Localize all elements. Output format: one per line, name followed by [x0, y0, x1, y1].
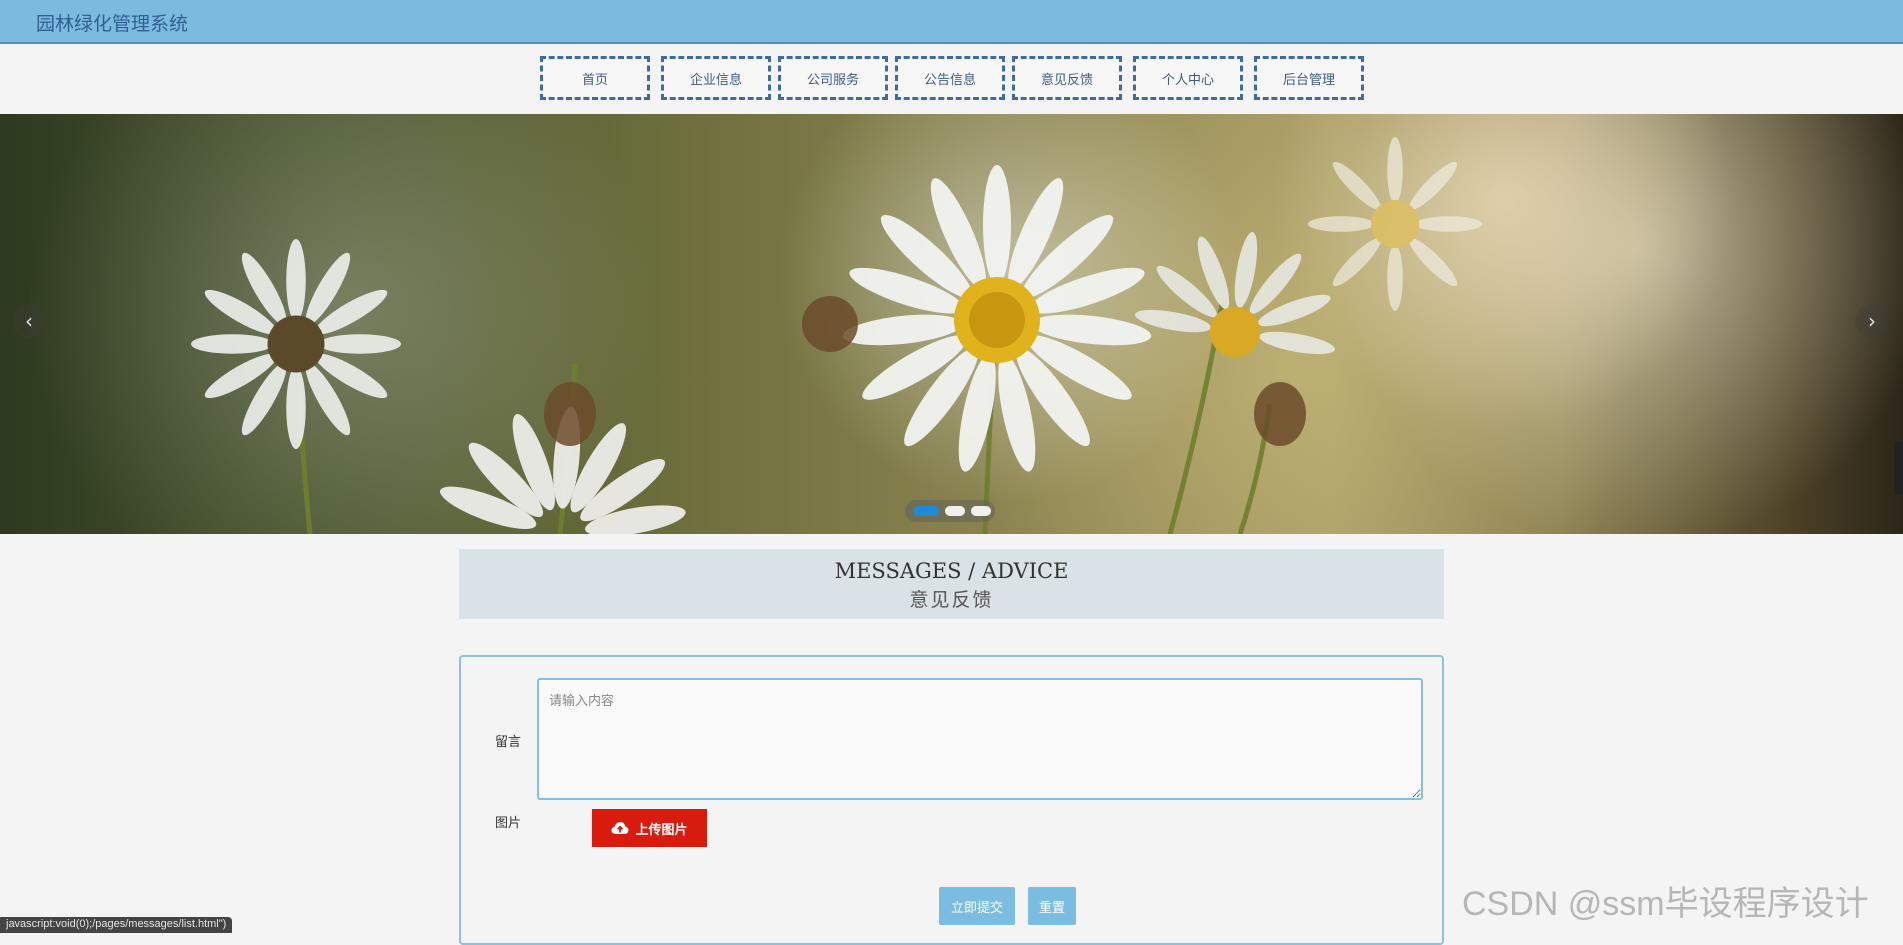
nav-item-company-info[interactable]: 企业信息: [661, 56, 771, 100]
nav-item-home[interactable]: 首页: [540, 56, 650, 100]
feedback-form: 留言 图片 上传图片 立即提交 重置: [459, 655, 1444, 945]
upload-image-label: 上传图片: [635, 821, 688, 837]
status-bar-url: javascript:void(0);/pages/messages/list.…: [0, 917, 233, 933]
carousel-dot-1[interactable]: [913, 506, 939, 516]
main-navigation: 首页 企业信息 公司服务 公告信息 意见反馈 个人中心 后台管理: [0, 46, 1903, 114]
message-input[interactable]: [537, 678, 1423, 800]
carousel-dot-2[interactable]: [945, 506, 965, 516]
image-label: 图片: [495, 816, 522, 831]
daisy-left: [191, 239, 401, 449]
nav-item-personal-center[interactable]: 个人中心: [1133, 56, 1243, 100]
site-title[interactable]: 园林绿化管理系统: [36, 9, 188, 36]
nav-item-company-service[interactable]: 公司服务: [778, 56, 888, 100]
section-title-english: MESSAGES / ADVICE: [834, 559, 1069, 583]
nav-item-feedback[interactable]: 意见反馈: [1012, 56, 1122, 100]
carousel-prev-button[interactable]: ‹: [12, 304, 46, 338]
reset-button[interactable]: 重置: [1028, 887, 1076, 925]
message-label: 留言: [495, 735, 522, 750]
csdn-watermark: CSDN @ssm毕设程序设计: [1462, 885, 1869, 923]
cloud-upload-icon: [611, 822, 629, 834]
submit-button[interactable]: 立即提交: [939, 887, 1015, 925]
chevron-right-icon: ›: [1868, 309, 1876, 333]
nav-item-announcements[interactable]: 公告信息: [895, 56, 1005, 100]
section-header: MESSAGES / ADVICE 意见反馈: [459, 549, 1444, 619]
carousel-dot-3[interactable]: [971, 506, 991, 516]
upload-image-button[interactable]: 上传图片: [592, 809, 707, 847]
daisy-right: [1135, 232, 1335, 358]
section-title-chinese: 意见反馈: [909, 589, 994, 611]
carousel-next-button[interactable]: ›: [1855, 304, 1889, 338]
banner-carousel[interactable]: ‹ ›: [0, 114, 1903, 534]
carousel-indicators: [905, 500, 995, 522]
top-header-bar: 园林绿化管理系统: [0, 0, 1903, 44]
daisy-large-center: [842, 165, 1152, 472]
nav-item-admin[interactable]: 后台管理: [1254, 56, 1364, 100]
side-edge-tab[interactable]: [1895, 442, 1903, 494]
chevron-left-icon: ‹: [25, 309, 33, 333]
daisy-far-right: [1307, 137, 1483, 311]
daisy-banner-image: [191, 137, 1483, 534]
